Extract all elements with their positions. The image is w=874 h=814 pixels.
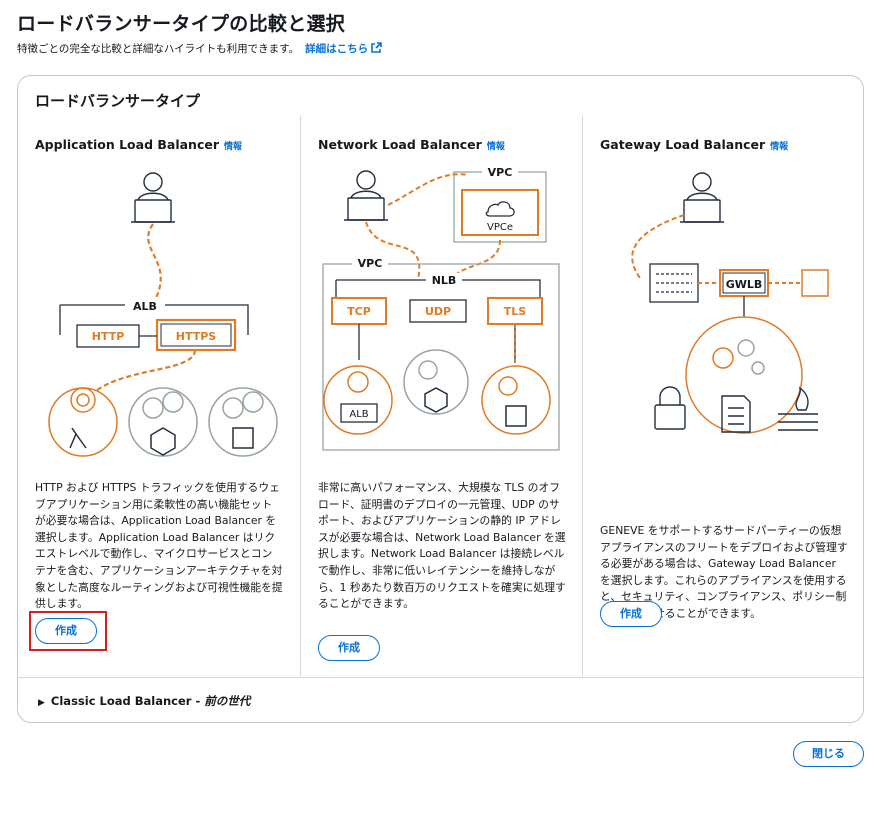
alb-group-label: ALB <box>133 300 157 313</box>
user-icon <box>680 172 724 223</box>
classic-suffix: 前の世代 <box>204 694 251 708</box>
gwlb-info-link[interactable]: 情報 <box>770 142 788 152</box>
vpc-label: VPC <box>358 257 383 270</box>
user-icon <box>344 170 388 221</box>
caret-right-icon: ▶ <box>38 698 45 708</box>
gwlb-label: GWLB <box>726 278 763 291</box>
alb-diagram: ALB HTTP HTTPS <box>48 172 278 457</box>
http-label: HTTP <box>92 330 125 343</box>
alb-column: Application Load Balancer 情報 ALB HTTP HTT… <box>18 116 300 676</box>
divider <box>18 677 863 678</box>
classic-load-balancer-expander[interactable]: ▶ Classic Load Balancer - 前の世代 <box>38 693 250 709</box>
gwlb-column: Gateway Load Balancer 情報 GWLB GENEVE をサポ… <box>582 116 863 676</box>
details-link[interactable]: 詳細はこちら <box>305 42 382 55</box>
nlb-title: Network Load Balancer 情報 <box>318 137 505 152</box>
alb-title: Application Load Balancer 情報 <box>35 137 243 152</box>
https-label: HTTPS <box>176 330 217 343</box>
nlb-group-label: NLB <box>432 274 457 287</box>
alb-info-link[interactable]: 情報 <box>224 142 242 152</box>
description-text: 特徴ごとの完全な比較と詳細なハイライトも利用できます。 <box>17 43 300 55</box>
nlb-description: 非常に高いパフォーマンス、大規模な TLS のオフロード、証明書のデプロイの一元… <box>318 481 566 611</box>
nlb-info-link[interactable]: 情報 <box>487 142 505 152</box>
panel-title: ロードバランサータイプ <box>35 92 201 110</box>
load-balancer-types-panel: ロードバランサータイプ Application Load Balancer 情報 … <box>17 75 864 723</box>
close-button[interactable]: 閉じる <box>793 741 864 767</box>
gwlb-diagram: GWLB <box>631 172 829 434</box>
alb-target-label: ALB <box>349 409 368 420</box>
nlb-diagram: VPC VPCe VPC NLB TCP UDP TLS ALB <box>322 165 560 451</box>
udp-label: UDP <box>425 305 451 318</box>
highlight-box <box>29 611 107 651</box>
nlb-column: Network Load Balancer 情報 VPC VPCe VPC NLB <box>300 116 582 676</box>
vpce-label: VPCe <box>487 222 513 233</box>
external-link-icon <box>371 42 382 53</box>
classic-label: Classic Load Balancer - <box>50 694 205 708</box>
vpc-top-label: VPC <box>488 166 513 179</box>
alb-description: HTTP および HTTPS トラフィックを使用するウェブアプリケーション用に柔… <box>35 481 283 611</box>
page-description: 特徴ごとの完全な比較と詳細なハイライトも利用できます。 詳細はこちら <box>17 41 382 56</box>
gwlb-title: Gateway Load Balancer 情報 <box>600 137 789 152</box>
user-icon <box>131 172 175 223</box>
tls-label: TLS <box>504 305 527 318</box>
page-title: ロードバランサータイプの比較と選択 <box>17 13 346 35</box>
gwlb-create-button[interactable]: 作成 <box>600 601 662 627</box>
tcp-label: TCP <box>347 305 371 318</box>
nlb-create-button[interactable]: 作成 <box>318 635 380 661</box>
lock-icon <box>654 386 686 430</box>
